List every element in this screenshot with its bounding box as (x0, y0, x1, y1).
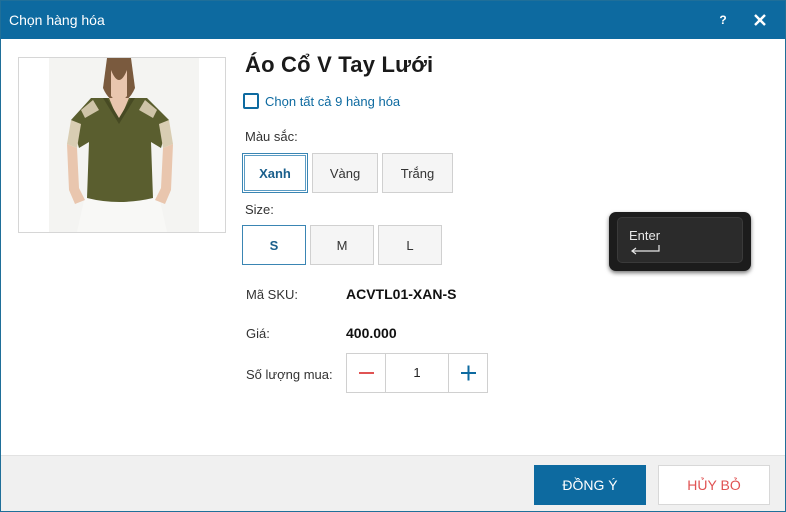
help-button[interactable]: ? (714, 11, 732, 29)
product-image (18, 57, 226, 233)
price-label: Giá: (246, 326, 270, 341)
close-button[interactable] (750, 10, 770, 30)
close-icon (754, 14, 766, 26)
color-option-trang[interactable]: Trắng (382, 153, 453, 193)
price-value: 400.000 (346, 325, 397, 341)
increment-button[interactable] (448, 354, 487, 392)
choose-product-dialog: Chọn hàng hóa ? Áo Cổ V Tay Lưới Chọn tấ… (0, 0, 786, 512)
size-option-l[interactable]: L (378, 225, 442, 265)
return-arrow-icon (631, 245, 660, 255)
minus-icon (359, 372, 374, 374)
dialog-titlebar: Chọn hàng hóa ? (1, 1, 785, 39)
size-label: Size: (245, 202, 274, 217)
shirt-photo (49, 58, 199, 232)
product-name: Áo Cổ V Tay Lưới (245, 52, 434, 77)
size-option-m[interactable]: M (310, 225, 374, 265)
confirm-button[interactable]: ĐỒNG Ý (534, 465, 646, 505)
color-option-xanh[interactable]: Xanh (242, 153, 308, 193)
select-all-checkbox[interactable]: Chọn tất cả 9 hàng hóa (243, 92, 400, 110)
color-label: Màu sắc: (245, 129, 298, 144)
quantity-input[interactable]: 1 (387, 354, 447, 392)
sku-value: ACVTL01-XAN-S (346, 286, 457, 302)
decrement-button[interactable] (347, 354, 386, 392)
sku-label: Mã SKU: (246, 287, 299, 302)
dialog-footer: ĐỒNG Ý HỦY BỎ (1, 455, 785, 511)
enter-key-hint: Enter (609, 212, 751, 271)
checkbox-icon[interactable] (243, 93, 259, 109)
size-option-s[interactable]: S (242, 225, 306, 265)
quantity-stepper: 1 (346, 353, 488, 393)
quantity-label: Số lượng mua: (246, 367, 333, 382)
cancel-button[interactable]: HỦY BỎ (658, 465, 770, 505)
enter-key-label: Enter (629, 228, 661, 243)
color-option-vang[interactable]: Vàng (312, 153, 378, 193)
dialog-title: Chọn hàng hóa (9, 12, 105, 28)
select-all-label: Chọn tất cả 9 hàng hóa (265, 93, 401, 109)
plus-icon (461, 365, 476, 381)
enter-key-cap: Enter (617, 217, 743, 263)
